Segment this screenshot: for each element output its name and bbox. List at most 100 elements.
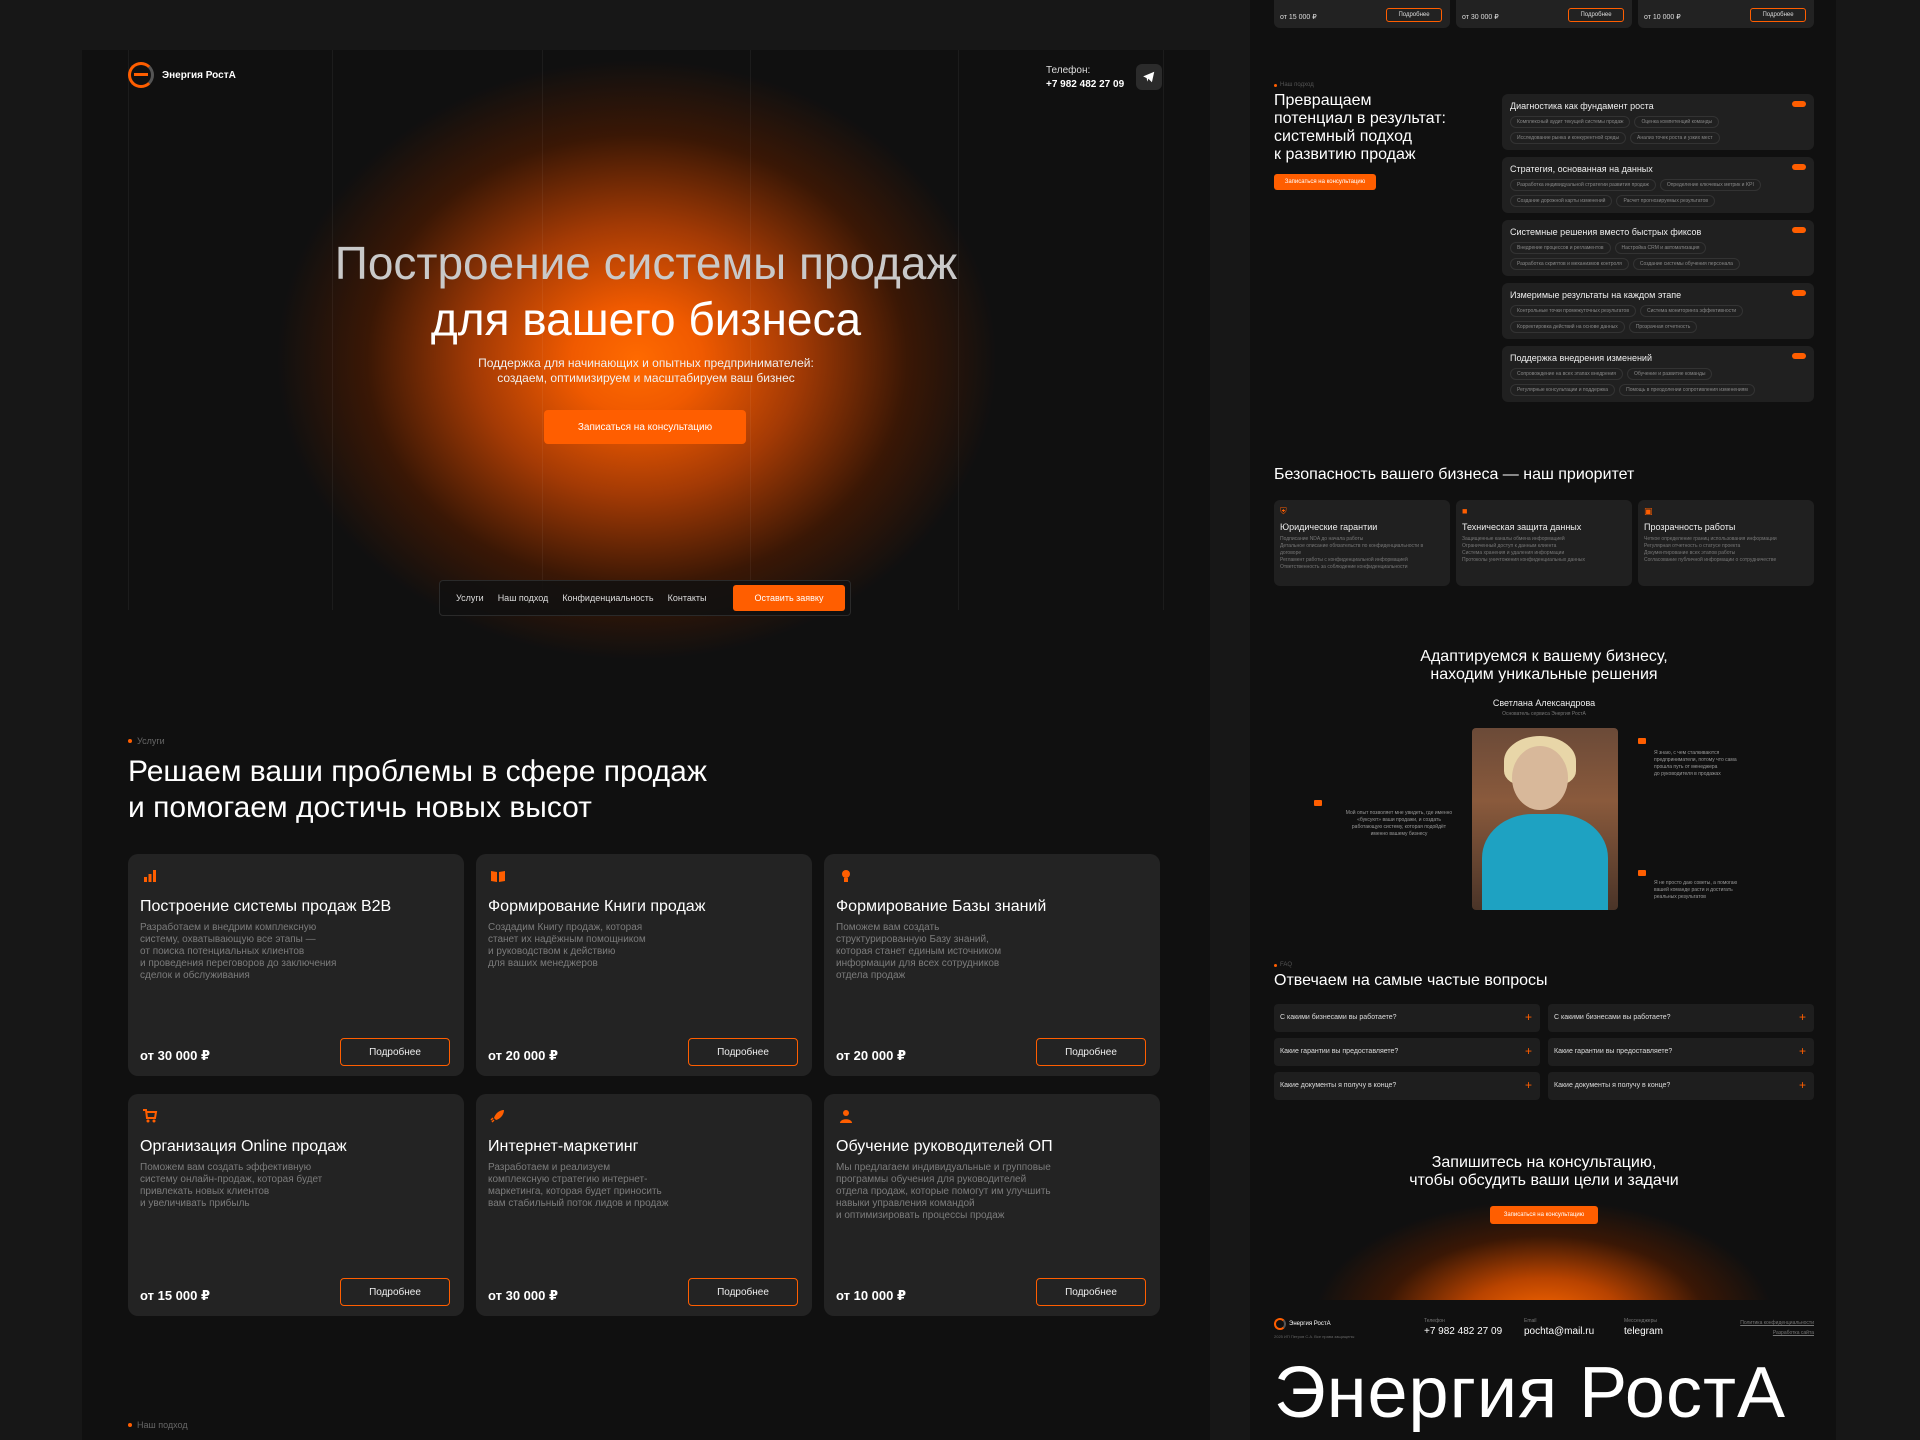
quote-icon bbox=[1638, 870, 1646, 876]
approach-tag: Исследование рынка и конкурентной среды bbox=[1510, 132, 1627, 144]
tag-label: Наш подход bbox=[137, 1420, 188, 1430]
faq-item[interactable]: С какими бизнесами вы работаете? + bbox=[1274, 1004, 1540, 1032]
cta-consultation-button[interactable]: Записаться на консультацию bbox=[1490, 1206, 1598, 1224]
card-price: от 10 000 ₽ bbox=[1644, 14, 1681, 21]
details-button[interactable]: Подробнее bbox=[340, 1278, 450, 1306]
approach-tag: Расчет прогнозируемых результатов bbox=[1616, 195, 1716, 207]
approach-item-badge bbox=[1792, 290, 1806, 296]
leave-request-button[interactable]: Оставить заявку bbox=[733, 585, 845, 611]
approach-item[interactable]: Диагностика как фундамент роста Комплекс… bbox=[1502, 94, 1814, 150]
approach-item[interactable]: Системные решения вместо быстрых фиксов … bbox=[1502, 220, 1814, 276]
card-title: Построение системы продаж B2B bbox=[140, 898, 392, 915]
details-button[interactable]: Подробнее bbox=[340, 1038, 450, 1066]
security-card-title: Юридические гарантии bbox=[1280, 522, 1378, 532]
section-tag-services: Услуги bbox=[128, 736, 165, 746]
plus-icon: + bbox=[1798, 1044, 1806, 1058]
approach-tag: Сопровождение на всех этапах внедрения bbox=[1510, 368, 1624, 380]
footer-label: Email bbox=[1524, 1318, 1537, 1324]
card-description: Мы предлагаем индивидуальные и групповые… bbox=[836, 1162, 1051, 1221]
approach-consultation-button[interactable]: Записаться на консультацию bbox=[1274, 174, 1376, 190]
photo-face bbox=[1512, 746, 1568, 810]
list-item: Четкое определение границ использования … bbox=[1644, 536, 1777, 542]
nav-item-approach[interactable]: Наш подход bbox=[498, 593, 549, 603]
section-tag-faq: FAQ bbox=[1274, 962, 1292, 968]
approach-item-title: Измеримые результаты на каждом этапе bbox=[1510, 290, 1682, 300]
card-title: Формирование Базы знаний bbox=[836, 898, 1047, 915]
brand-logo[interactable]: Энергия РостА bbox=[128, 62, 236, 88]
card-price: от 30 000 ₽ bbox=[1462, 14, 1499, 21]
faq-item[interactable]: Какие гарантии вы предоставляете? + bbox=[1548, 1038, 1814, 1066]
details-button[interactable]: Подробнее bbox=[1750, 8, 1806, 22]
details-button[interactable]: Подробнее bbox=[1036, 1038, 1146, 1066]
security-card-list: Четкое определение границ использования … bbox=[1644, 536, 1808, 564]
faq-item[interactable]: Какие документы я получу в конце? + bbox=[1548, 1072, 1814, 1100]
footer-copyright: 2025 ИП Петров С.А. Все права защищены bbox=[1274, 1334, 1355, 1339]
founder-quote: Я не просто даю советы, а помогаю вашей … bbox=[1654, 880, 1738, 900]
rocket-icon bbox=[488, 1106, 508, 1126]
approach-item[interactable]: Стратегия, основанная на данных Разработ… bbox=[1502, 157, 1814, 213]
security-title: Безопасность вашего бизнеса — наш приори… bbox=[1274, 466, 1635, 483]
hero-title-line2: для вашего бизнеса bbox=[430, 293, 862, 345]
privacy-policy-link[interactable]: Политика конфиденциальности bbox=[1740, 1318, 1814, 1328]
approach-item[interactable]: Поддержка внедрения изменений Сопровожде… bbox=[1502, 346, 1814, 402]
list-item: Детальное описание обязательств по конфи… bbox=[1280, 543, 1424, 556]
faq-question: Какие гарантии вы предоставляете? bbox=[1280, 1048, 1399, 1055]
footer-value[interactable]: +7 982 482 27 09 bbox=[1424, 1326, 1502, 1337]
card-price: от 30 000 ₽ bbox=[140, 1048, 211, 1063]
footer-logo[interactable]: Энергия РостА bbox=[1274, 1318, 1331, 1330]
approach-tag: Регулярные консультации и поддержка bbox=[1510, 384, 1616, 396]
security-card-title: Прозрачность работы bbox=[1644, 522, 1736, 532]
section-tag-approach: Наш подход bbox=[1274, 82, 1314, 88]
nav-item-privacy[interactable]: Конфиденциальность bbox=[562, 593, 653, 603]
nav-item-services[interactable]: Услуги bbox=[456, 593, 484, 603]
faq-title: Отвечаем на самые частые вопросы bbox=[1274, 972, 1548, 989]
details-button[interactable]: Подробнее bbox=[1036, 1278, 1146, 1306]
approach-item-badge bbox=[1792, 164, 1806, 170]
card-price: от 15 000 ₽ bbox=[140, 1288, 211, 1303]
telegram-button[interactable] bbox=[1136, 64, 1162, 90]
approach-item-tags: Внедрение процессов и регламентов Настрой… bbox=[1510, 242, 1806, 270]
energy-logo-icon bbox=[1274, 1318, 1286, 1330]
faq-item[interactable]: С какими бизнесами вы работаете? + bbox=[1548, 1004, 1814, 1032]
service-card: Формирование Книги продаж Создадим Книгу… bbox=[476, 854, 812, 1076]
big-brand-wordmark: Энергия РостА bbox=[1274, 1353, 1786, 1433]
approach-item-tags: Разработка индивидуальной стратегии разв… bbox=[1510, 179, 1806, 207]
card-description: Разработаем и реализуем комплексную стра… bbox=[488, 1162, 669, 1209]
card-price: от 20 000 ₽ bbox=[836, 1048, 907, 1063]
details-button[interactable]: Подробнее bbox=[1386, 8, 1442, 22]
details-button[interactable]: Подробнее bbox=[1568, 8, 1624, 22]
approach-tag: Создание дорожной карты изменений bbox=[1510, 195, 1613, 207]
founder-quote: Я знаю, с чем сталкиваются предпринимате… bbox=[1654, 750, 1737, 777]
details-button[interactable]: Подробнее bbox=[688, 1278, 798, 1306]
card-price: от 10 000 ₽ bbox=[836, 1288, 907, 1303]
hero-title-line1: Построение системы продаж bbox=[334, 237, 958, 289]
service-card: Формирование Базы знаний Поможем вам соз… bbox=[824, 854, 1160, 1076]
security-card: ■ Техническая защита данных Защищенные к… bbox=[1456, 500, 1632, 586]
site-dev-link[interactable]: Разработка сайта bbox=[1740, 1328, 1814, 1338]
consultation-button[interactable]: Записаться на консультацию bbox=[544, 410, 746, 444]
approach-item-title: Диагностика как фундамент роста bbox=[1510, 101, 1654, 111]
approach-item[interactable]: Измеримые результаты на каждом этапе Кон… bbox=[1502, 283, 1814, 339]
approach-tag: Комплексный аудит текущей системы продаж bbox=[1510, 116, 1631, 128]
card-price: от 20 000 ₽ bbox=[488, 1048, 559, 1063]
approach-item-title: Поддержка внедрения изменений bbox=[1510, 353, 1652, 363]
approach-tag: Корректировка действий на основе данных bbox=[1510, 321, 1625, 333]
service-card-tail: от 15 000 ₽ Подробнее bbox=[1274, 0, 1450, 28]
book-icon bbox=[488, 866, 508, 886]
card-description: Поможем вам создать структурированную Ба… bbox=[836, 922, 1002, 981]
footer-value[interactable]: pochta@mail.ru bbox=[1524, 1326, 1594, 1337]
card-title: Формирование Книги продаж bbox=[488, 898, 706, 915]
details-button[interactable]: Подробнее bbox=[688, 1038, 798, 1066]
footer-phone: Телефон +7 982 482 27 09 bbox=[1424, 1318, 1502, 1337]
approach-tag: Помощь в преодолении сопротивления измен… bbox=[1619, 384, 1755, 396]
list-item: Регламент работы с конфиденциальной инфо… bbox=[1280, 557, 1408, 563]
nav-item-contacts[interactable]: Контакты bbox=[668, 593, 707, 603]
phone-number[interactable]: +7 982 482 27 09 bbox=[1046, 78, 1124, 92]
approach-tag: Разработка скриптов и механизмов контрол… bbox=[1510, 258, 1629, 270]
footer-value[interactable]: telegram bbox=[1624, 1326, 1663, 1337]
faq-item[interactable]: Какие документы я получу в конце? + bbox=[1274, 1072, 1540, 1100]
list-item: Регулярная отчетность о статусе проекта bbox=[1644, 543, 1741, 549]
faq-item[interactable]: Какие гарантии вы предоставляете? + bbox=[1274, 1038, 1540, 1066]
photo-scarf bbox=[1482, 814, 1608, 910]
faq-question: Какие документы я получу в конце? bbox=[1280, 1082, 1397, 1089]
